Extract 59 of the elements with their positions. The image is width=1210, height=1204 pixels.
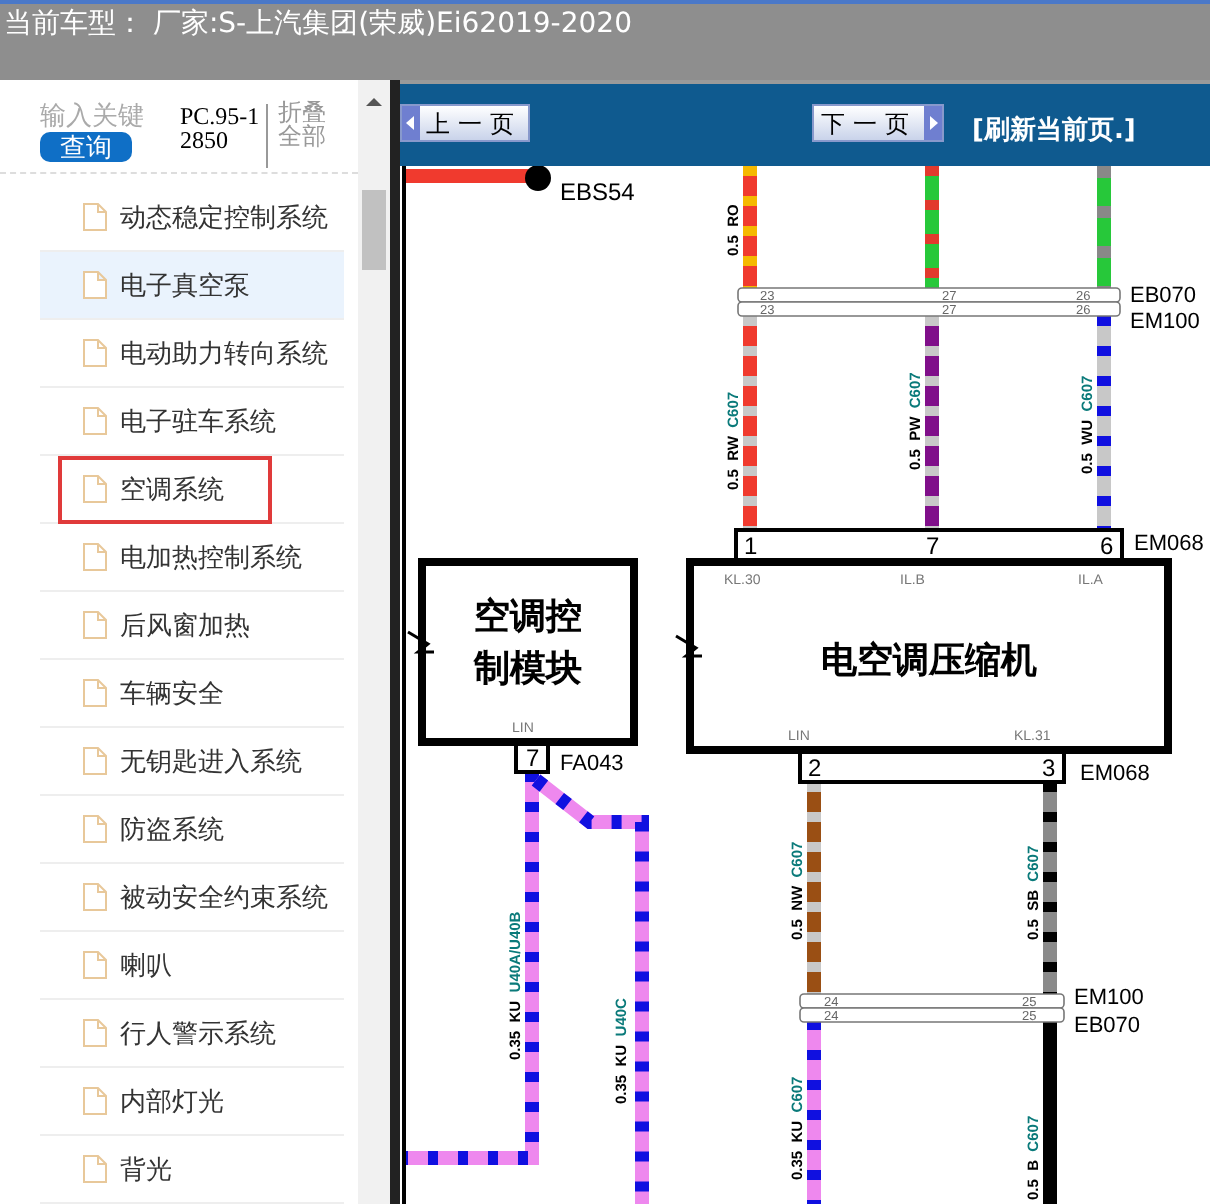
tree-item[interactable]: 空调系统 (40, 456, 344, 524)
tree-item[interactable]: 后风窗加热 (40, 592, 344, 660)
document-icon (82, 270, 108, 300)
code-text: PC.95-12850 (180, 104, 268, 168)
search-button[interactable]: 查询 (40, 132, 132, 162)
pin-number: 1 (744, 532, 758, 560)
document-icon (82, 1086, 108, 1116)
module-name: 空调控制模块 (474, 596, 582, 688)
document-icon (82, 950, 108, 980)
document-icon (82, 338, 108, 368)
scroll-up-icon[interactable] (364, 96, 384, 108)
connector-label: EM100 (1074, 986, 1144, 1010)
tree-item[interactable]: 喇叭 (40, 932, 344, 1000)
wire (925, 166, 939, 288)
connector-box (514, 742, 550, 774)
tree-item[interactable]: 无钥匙进入系统 (40, 728, 344, 796)
pin-number: 7 (926, 532, 940, 560)
next-page-button[interactable]: 下一页 (812, 104, 944, 142)
tree-item[interactable]: 车辆安全 (40, 660, 344, 728)
connector-label: EM068 (1080, 762, 1150, 786)
connector-label: EB070 (1130, 284, 1197, 308)
tree-item[interactable]: 电加热控制系统 (40, 524, 344, 592)
document-icon (82, 814, 108, 844)
connector-label: FA043 (560, 752, 624, 776)
pin-number: 6 (1100, 532, 1114, 560)
pin-number: 2 (808, 754, 822, 782)
vehicle-title: 当前车型： 厂家:S-上汽集团(荣威)Ei62019-2020 (2, 6, 634, 42)
module-name: 电空调压缩机 (821, 640, 1037, 680)
tree-item[interactable]: 防盗系统 (40, 796, 344, 864)
tree-item[interactable]: 被动安全约束系统 (40, 864, 344, 932)
document-icon (82, 474, 108, 504)
tree-item[interactable]: 行人警示系统 (40, 1000, 344, 1068)
pin-number: 7 (526, 744, 540, 772)
wire (1097, 166, 1111, 288)
refresh-page-link[interactable]: [刷新当前页.] (972, 116, 1136, 146)
connector-label: EB070 (1074, 1014, 1141, 1038)
previous-page-button[interactable]: 上一页 (400, 104, 530, 142)
document-icon (82, 678, 108, 708)
document-icon (82, 406, 108, 436)
connector-label: EM068 (1134, 532, 1204, 556)
wire (743, 166, 757, 288)
connector-label: EM100 (1130, 310, 1200, 334)
document-icon (82, 202, 108, 232)
document-icon (82, 1154, 108, 1184)
tree-item[interactable]: 内部灯光 (40, 1068, 344, 1136)
scroll-thumb[interactable] (362, 190, 386, 270)
scrollbar[interactable] (358, 80, 390, 1204)
keyword-field[interactable]: 输入关键 (40, 100, 160, 130)
tree-item[interactable]: 电动助力转向系统 (40, 320, 344, 388)
document-icon (82, 542, 108, 572)
document-icon (82, 746, 108, 776)
tree-item[interactable]: 背光 (40, 1136, 344, 1204)
tree-item[interactable]: 电子驻车系统 (40, 388, 344, 456)
tree-item[interactable]: 电子真空泵 (40, 252, 344, 320)
document-icon (82, 610, 108, 640)
pin-number: 3 (1042, 754, 1056, 782)
splice-label: EBS54 (560, 178, 635, 206)
document-icon (82, 882, 108, 912)
document-icon (82, 1018, 108, 1048)
